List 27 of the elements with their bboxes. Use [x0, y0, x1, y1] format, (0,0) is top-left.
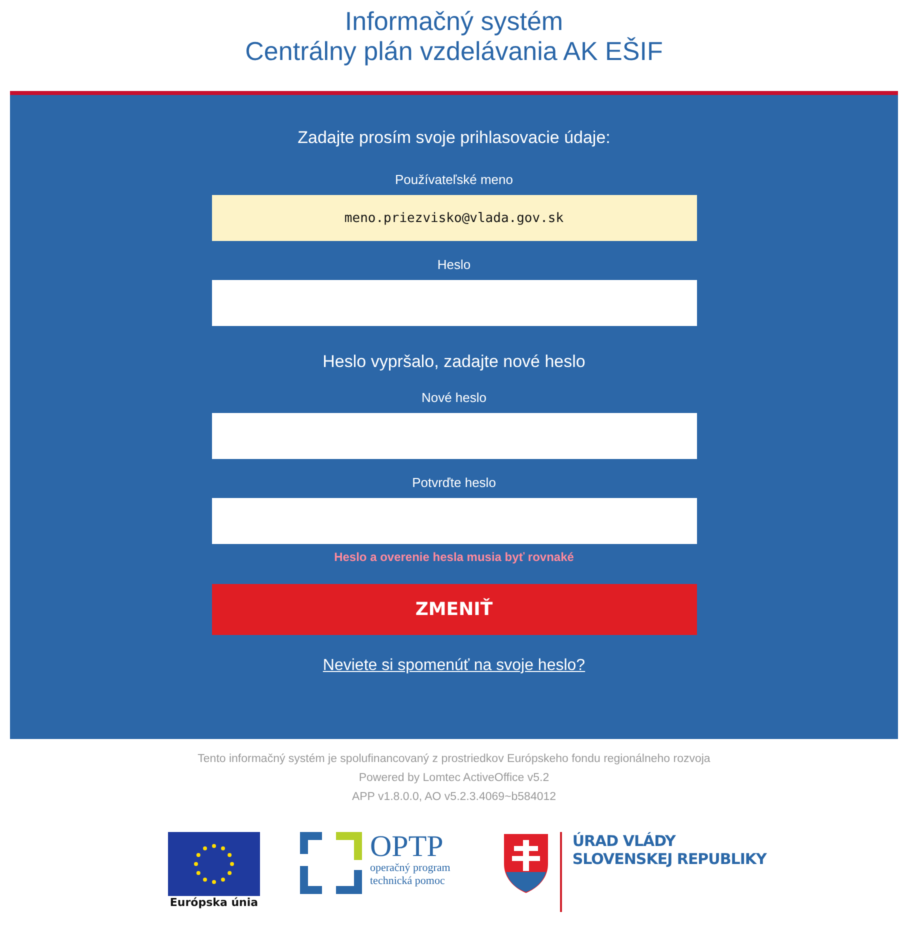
input-field[interactable]: [212, 280, 696, 326]
footer-text: Powered by Lomtec ActiveOffice v5.2: [358, 771, 550, 786]
field-label: Potvrďte heslo: [412, 475, 496, 490]
input-field[interactable]: [212, 498, 696, 544]
input-field[interactable]: [212, 413, 696, 459]
coat-of-arms-icon: [502, 832, 550, 894]
logo-subtitle: operačný program: [370, 862, 450, 875]
app-title: Informačný systém: [344, 6, 564, 36]
logo-title: OPTP: [370, 832, 444, 862]
logo-title: SLOVENSKEJ REPUBLIKY: [572, 850, 766, 868]
expired-notice: Heslo vypršalo, zadajte nové heslo: [322, 352, 586, 372]
brackets-icon: [300, 832, 362, 894]
footer-text: Tento informačný systém je spolufinancovaný z prostriedkov Európskeho fondu regionálneho rozvoja: [198, 752, 710, 767]
input-field[interactable]: meno.priezvisko@vlada.gov.sk: [212, 195, 696, 241]
eu-flag-icon: [168, 832, 260, 896]
app-title: Centrálny plán vzdelávania AK EŠIF: [245, 36, 663, 66]
field-label: Heslo: [437, 257, 471, 272]
error-message: Heslo a overenie hesla musia byť rovnaké: [334, 550, 574, 564]
forgot-password-link[interactable]: Neviete si spomenúť na svoje heslo?: [322, 657, 586, 675]
logo-subtitle: technická pomoc: [370, 875, 446, 888]
field-label: Nové heslo: [421, 390, 487, 405]
logo-caption: Európska únia: [170, 896, 258, 909]
submit-button[interactable]: ZMENIŤ: [212, 584, 696, 635]
login-prompt: Zadajte prosím svoje prihlasovacie údaje:: [298, 128, 610, 148]
footer-text: APP v1.8.0.0, AO v5.2.3.4069~b584012: [352, 790, 556, 805]
logo-title: ÚRAD VLÁDY: [572, 832, 677, 850]
field-label: Používateľské meno: [395, 172, 513, 187]
